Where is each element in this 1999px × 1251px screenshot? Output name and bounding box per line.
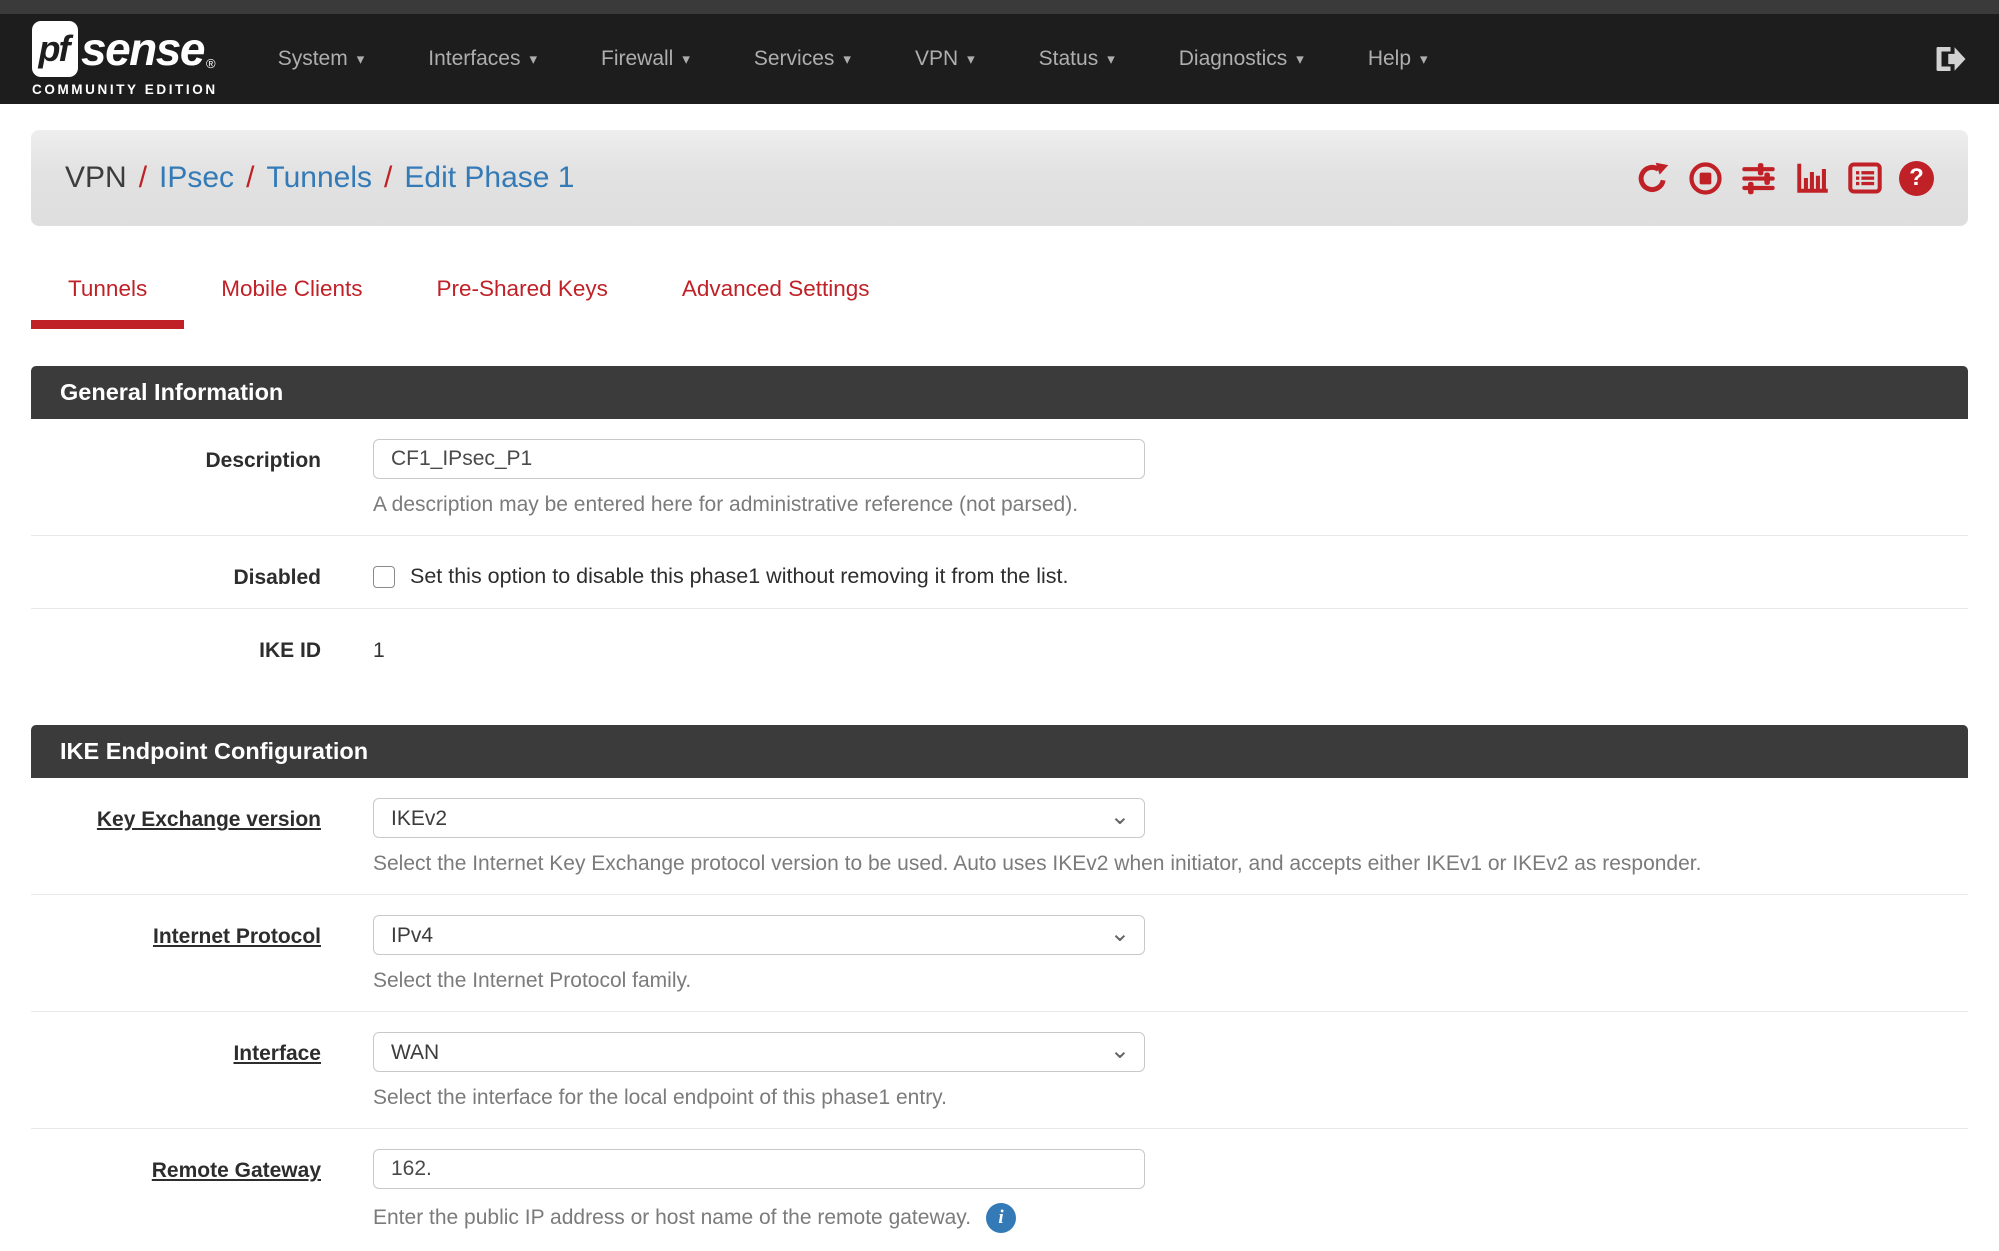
nav-item-interfaces[interactable]: Interfaces ▾ bbox=[396, 47, 569, 71]
remote-gateway-input[interactable] bbox=[373, 1149, 1145, 1189]
remote-gateway-label: Remote Gateway bbox=[31, 1149, 321, 1183]
internet-protocol-help-text: Select the Internet Protocol family. bbox=[373, 969, 1968, 993]
breadcrumb: VPN / IPsec / Tunnels / Edit Phase 1 bbox=[65, 161, 575, 195]
caret-down-icon: ▾ bbox=[1296, 50, 1304, 68]
caret-down-icon: ▾ bbox=[357, 50, 365, 68]
sense-logo-text: sense bbox=[81, 22, 204, 76]
breadcrumb-separator: / bbox=[384, 161, 392, 195]
tab-advanced-settings[interactable]: Advanced Settings bbox=[645, 276, 907, 329]
logout-button[interactable] bbox=[1931, 41, 1967, 77]
form-row-interface: Interface WAN ⌄ Select the interface for… bbox=[31, 1012, 1968, 1129]
breadcrumb-link-edit-phase-1[interactable]: Edit Phase 1 bbox=[404, 161, 574, 195]
nav-item-label: Help bbox=[1368, 47, 1411, 71]
key-exchange-version-label: Key Exchange version bbox=[31, 798, 321, 832]
nav-item-label: Interfaces bbox=[428, 47, 520, 71]
breadcrumb-separator: / bbox=[246, 161, 254, 195]
interface-select[interactable]: WAN bbox=[373, 1032, 1145, 1072]
disabled-checkbox-label: Set this option to disable this phase1 w… bbox=[410, 564, 1068, 589]
section-general-information: General Information Description A descri… bbox=[31, 366, 1968, 681]
section-title: IKE Endpoint Configuration bbox=[31, 725, 1968, 778]
community-edition-label: COMMUNITY EDITION bbox=[32, 82, 218, 97]
breadcrumb-link-tunnels[interactable]: Tunnels bbox=[266, 161, 372, 195]
internet-protocol-select[interactable]: IPv4 bbox=[373, 915, 1145, 955]
description-input[interactable] bbox=[373, 439, 1145, 479]
disabled-label: Disabled bbox=[31, 556, 321, 590]
sign-out-icon bbox=[1931, 41, 1967, 77]
pf-logo-text: pf bbox=[39, 28, 72, 70]
caret-down-icon: ▾ bbox=[967, 50, 975, 68]
breadcrumb-vpn: VPN bbox=[65, 161, 127, 195]
nav-item-label: Diagnostics bbox=[1179, 47, 1288, 71]
tab-tunnels[interactable]: Tunnels bbox=[31, 276, 184, 329]
pfsense-logo[interactable]: pf sense ® COMMUNITY EDITION bbox=[32, 21, 218, 97]
sliders-icon[interactable] bbox=[1740, 160, 1777, 197]
form-row-internet-protocol: Internet Protocol IPv4 ⌄ Select the Inte… bbox=[31, 895, 1968, 1012]
nav-item-label: Firewall bbox=[601, 47, 673, 71]
form-row-ike-id: IKE ID 1 bbox=[31, 609, 1968, 681]
info-glyph: i bbox=[998, 1207, 1003, 1229]
internet-protocol-label: Internet Protocol bbox=[31, 915, 321, 949]
nav-item-label: Status bbox=[1039, 47, 1099, 71]
nav-menu: System ▾ Interfaces ▾ Firewall ▾ Service… bbox=[246, 47, 1460, 71]
form-row-disabled: Disabled Set this option to disable this… bbox=[31, 536, 1968, 609]
breadcrumb-separator: / bbox=[139, 161, 147, 195]
main-navbar: pf sense ® COMMUNITY EDITION System ▾ In… bbox=[0, 14, 1999, 104]
caret-down-icon: ▾ bbox=[843, 50, 851, 68]
key-exchange-version-help-text: Select the Internet Key Exchange protoco… bbox=[373, 852, 1968, 876]
question-circle-icon[interactable]: ? bbox=[1899, 161, 1934, 196]
caret-down-icon: ▾ bbox=[1107, 50, 1115, 68]
list-icon[interactable] bbox=[1846, 160, 1883, 197]
form-row-key-exchange-version: Key Exchange version IKEv2 ⌄ Select the … bbox=[31, 778, 1968, 895]
pfsense-logo-wordmark: pf sense ® bbox=[32, 21, 218, 77]
breadcrumb-link-ipsec[interactable]: IPsec bbox=[159, 161, 234, 195]
nav-item-services[interactable]: Services ▾ bbox=[722, 47, 883, 71]
form-row-remote-gateway: Remote Gateway Enter the public IP addre… bbox=[31, 1129, 1968, 1251]
ike-id-value: 1 bbox=[373, 629, 1968, 663]
nav-item-status[interactable]: Status ▾ bbox=[1007, 47, 1147, 71]
info-icon[interactable]: i bbox=[986, 1203, 1016, 1233]
tab-pre-shared-keys[interactable]: Pre-Shared Keys bbox=[400, 276, 645, 329]
remote-gateway-help-text: Enter the public IP address or host name… bbox=[373, 1206, 971, 1230]
refresh-icon[interactable] bbox=[1634, 160, 1671, 197]
breadcrumb-toolbar: ? bbox=[1634, 160, 1934, 197]
question-glyph: ? bbox=[1909, 164, 1924, 192]
interface-help-text: Select the interface for the local endpo… bbox=[373, 1086, 1968, 1110]
caret-down-icon: ▾ bbox=[682, 50, 690, 68]
nav-item-firewall[interactable]: Firewall ▾ bbox=[569, 47, 722, 71]
interface-label: Interface bbox=[31, 1032, 321, 1066]
description-label: Description bbox=[31, 439, 321, 473]
ike-id-label: IKE ID bbox=[31, 629, 321, 663]
window-top-strip bbox=[0, 0, 1999, 14]
nav-item-label: VPN bbox=[915, 47, 958, 71]
form-row-description: Description A description may be entered… bbox=[31, 419, 1968, 536]
stop-circle-icon[interactable] bbox=[1687, 160, 1724, 197]
breadcrumb-bar: VPN / IPsec / Tunnels / Edit Phase 1 bbox=[31, 130, 1968, 226]
nav-item-label: Services bbox=[754, 47, 835, 71]
nav-item-vpn[interactable]: VPN ▾ bbox=[883, 47, 1007, 71]
nav-item-label: System bbox=[278, 47, 348, 71]
tab-mobile-clients[interactable]: Mobile Clients bbox=[184, 276, 399, 329]
nav-item-help[interactable]: Help ▾ bbox=[1336, 47, 1460, 71]
bar-chart-icon[interactable] bbox=[1793, 160, 1830, 197]
pf-logo-box: pf bbox=[32, 21, 78, 77]
caret-down-icon: ▾ bbox=[1420, 50, 1428, 68]
section-title: General Information bbox=[31, 366, 1968, 419]
tab-bar: Tunnels Mobile Clients Pre-Shared Keys A… bbox=[31, 276, 1968, 329]
nav-item-diagnostics[interactable]: Diagnostics ▾ bbox=[1147, 47, 1336, 71]
nav-item-system[interactable]: System ▾ bbox=[246, 47, 397, 71]
disabled-checkbox[interactable] bbox=[373, 566, 395, 588]
section-ike-endpoint-configuration: IKE Endpoint Configuration Key Exchange … bbox=[31, 725, 1968, 1251]
registered-mark: ® bbox=[206, 56, 216, 71]
description-help-text: A description may be entered here for ad… bbox=[373, 493, 1968, 517]
caret-down-icon: ▾ bbox=[529, 50, 537, 68]
key-exchange-version-select[interactable]: IKEv2 bbox=[373, 798, 1145, 838]
